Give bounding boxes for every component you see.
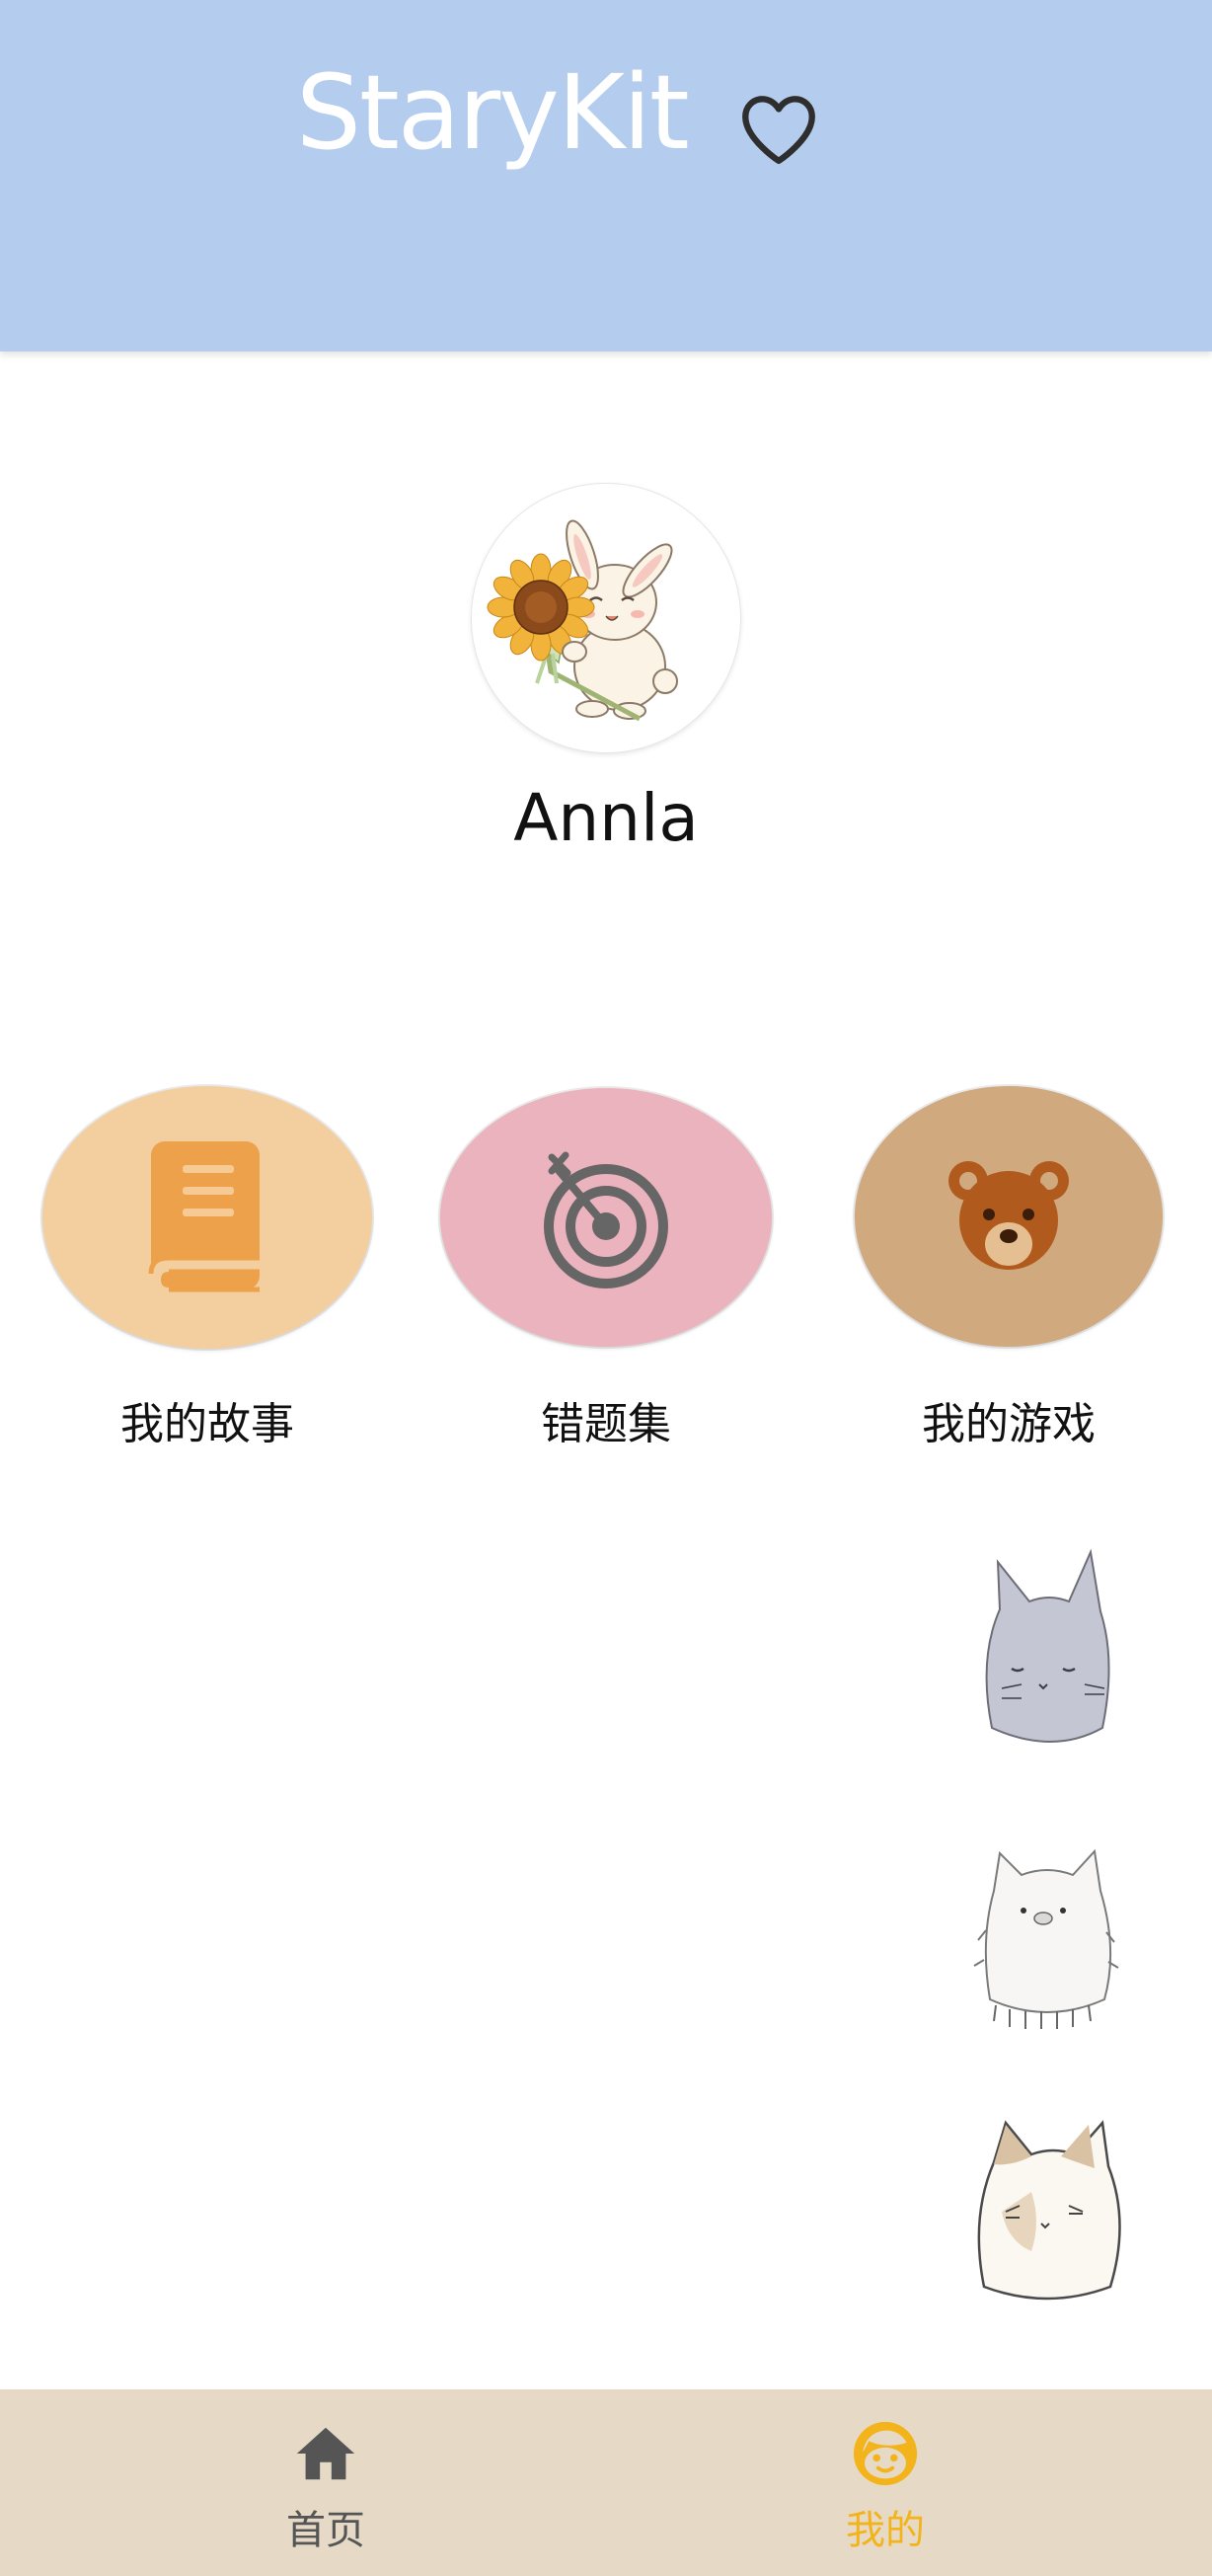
target-icon [544, 1151, 668, 1288]
nav-mine-label: 我的 [846, 2508, 925, 2553]
app-title: StaryKit [296, 52, 690, 173]
heart-outline-icon [742, 96, 815, 165]
my-stories-label: 我的故事 [120, 1399, 294, 1449]
home-icon [296, 2427, 355, 2480]
nav-home-label: 首页 [286, 2508, 365, 2553]
white-fluffy-cat-icon [973, 1848, 1119, 2029]
my-games-button[interactable]: 我的游戏 [841, 1086, 1176, 1461]
face-icon [853, 2421, 918, 2486]
my-stories-button[interactable]: 我的故事 [39, 1086, 375, 1461]
favorite-button[interactable] [734, 85, 823, 174]
book-icon [148, 1141, 260, 1299]
calico-cat-icon [977, 2120, 1121, 2301]
app-header: StaryKit [0, 0, 1212, 351]
wrong-answers-button[interactable]: 错题集 [438, 1086, 774, 1461]
bottom-nav: 首页 我的 [0, 2389, 1212, 2576]
wrong-answers-label: 错题集 [541, 1399, 671, 1449]
bunny-with-sunflower-avatar [487, 519, 678, 722]
grey-cat-icon [985, 1548, 1110, 1743]
bear-icon [948, 1161, 1069, 1270]
avatar[interactable] [472, 484, 740, 752]
username: Annla [513, 780, 699, 856]
my-games-label: 我的游戏 [922, 1399, 1096, 1449]
nav-item-home[interactable]: 首页 [178, 2389, 474, 2576]
nav-item-mine[interactable]: 我的 [737, 2389, 1033, 2576]
